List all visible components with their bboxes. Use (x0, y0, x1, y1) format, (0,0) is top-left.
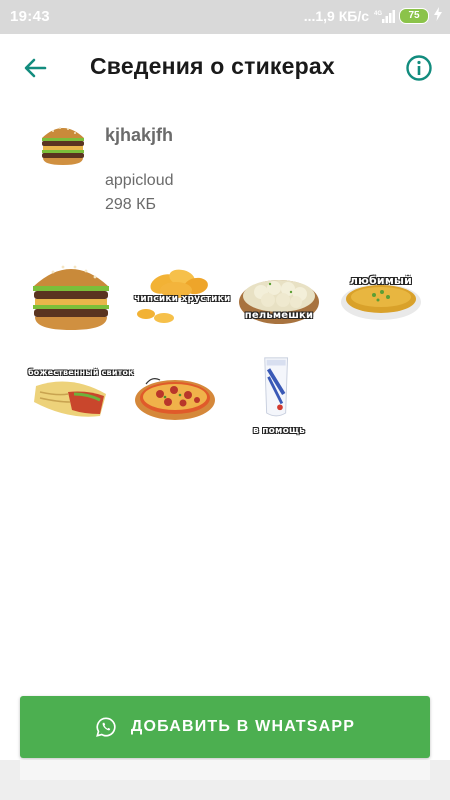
add-button-label: ДОБАВИТЬ В WHATSAPP (130, 718, 356, 735)
burger-icon (42, 127, 84, 165)
signal-icon: 4G (374, 9, 395, 23)
sticker-pizza[interactable] (130, 364, 216, 440)
pizza-sticker-image (135, 378, 215, 420)
sticker-caption: пельмешки (244, 310, 314, 321)
app-bar: Сведения о стикерах (0, 34, 450, 100)
arrow-left-icon (24, 58, 47, 78)
sticker-caption: в помощь (252, 426, 305, 436)
whatsapp-icon (95, 717, 116, 737)
sticker-soup[interactable]: любимый (338, 262, 424, 338)
sticker-dumplings[interactable]: пельмешки (236, 262, 322, 338)
charging-icon (434, 7, 442, 24)
status-indicators: ...1,9 КБ/с 4G 75 (304, 7, 442, 24)
burger-sticker-image (33, 265, 109, 330)
add-to-whatsapp-button[interactable]: ДОБАВИТЬ В WHATSAPP (20, 696, 430, 758)
info-icon (406, 55, 432, 81)
page-title: Сведения о стикерах (90, 53, 335, 79)
status-bar: 19:43 ...1,9 КБ/с 4G 75 (0, 0, 450, 34)
dumplings-sticker-image (239, 280, 319, 324)
bottom-strip-shadow (20, 760, 430, 780)
status-time: 19:43 (10, 8, 50, 25)
sticker-caption: любимый (349, 274, 413, 287)
sticker-chips[interactable]: чипсики хрустики (134, 262, 231, 338)
pack-name: kjhakjfh (105, 125, 174, 145)
bottom-strip (0, 760, 450, 800)
pack-size: 298 КБ (105, 196, 156, 213)
sticker-caption: божественный свиток (28, 368, 134, 377)
sticker-details-screen: 19:43 ...1,9 КБ/с 4G 75 Сведения о стике… (0, 0, 450, 800)
pack-thumbnail (38, 122, 88, 166)
network-type: 4G (374, 11, 382, 17)
pack-publisher: appicloud (105, 172, 174, 189)
sticker-caption: чипсики хрустики (134, 294, 231, 304)
sticker-shawarma[interactable]: божественный свиток (28, 364, 134, 440)
condensed-milk-sticker-image (264, 357, 289, 417)
battery-level: 75 (408, 10, 420, 21)
sticker-condensed-milk[interactable]: в помощь (236, 356, 322, 436)
battery-icon: 75 (399, 7, 429, 24)
network-speed: ...1,9 КБ/с (303, 7, 369, 24)
info-button[interactable] (405, 54, 433, 82)
back-button[interactable] (20, 53, 50, 83)
sticker-burger[interactable] (28, 258, 114, 334)
